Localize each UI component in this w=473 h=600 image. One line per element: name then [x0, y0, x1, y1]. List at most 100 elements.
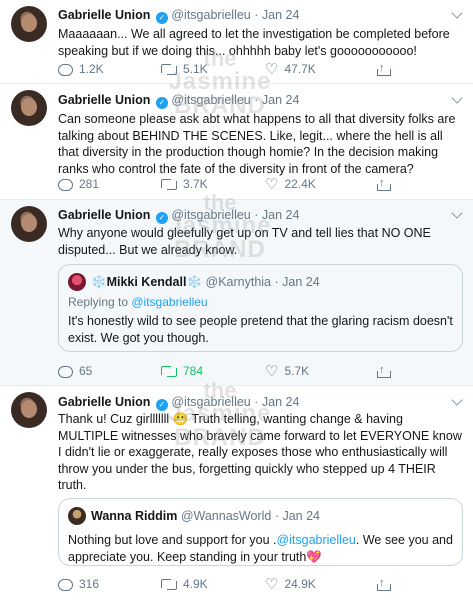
retweet-button[interactable]: 4.9K	[161, 576, 208, 592]
author-name[interactable]: Gabrielle Union	[58, 93, 150, 107]
avatar[interactable]	[11, 392, 47, 428]
quoted-author-name[interactable]: ❄️Mikki Kendall❄️	[91, 275, 202, 289]
separator-dot: ·	[254, 93, 259, 107]
chevron-down-icon[interactable]	[451, 7, 463, 19]
verified-badge-icon: ✓	[155, 399, 168, 411]
verified-badge-icon: ✓	[155, 12, 168, 24]
separator-dot: ·	[274, 509, 279, 523]
tweet-actions: 65 784 ♡ 5.7K	[58, 362, 428, 379]
retweet-count: 4.9K	[183, 577, 208, 591]
like-button[interactable]: ♡ 24.9K	[265, 576, 316, 592]
chevron-down-icon[interactable]	[451, 92, 463, 104]
author-name[interactable]: Gabrielle Union	[58, 395, 150, 409]
share-button[interactable]	[377, 575, 395, 592]
separator-dot: ·	[254, 395, 259, 409]
tweet-date[interactable]: Jan 24	[262, 395, 300, 409]
reply-button[interactable]: 316	[58, 576, 99, 592]
tweet-actions: 1.2K 5.1K ♡ 47.7K	[58, 60, 428, 77]
reply-icon	[58, 365, 73, 378]
tweet-4[interactable]: Gabrielle Union ✓ @itsgabrielleu · Jan 2…	[0, 386, 473, 600]
tweet-text: Maaaaaan... We all agreed to let the inv…	[58, 27, 450, 58]
chevron-down-icon[interactable]	[451, 394, 463, 406]
avatar[interactable]	[68, 507, 86, 525]
like-count: 22.4K	[284, 177, 316, 191]
tweet-actions: 281 3.7K ♡ 22.4K	[58, 175, 428, 192]
chevron-down-icon[interactable]	[451, 207, 463, 219]
like-count: 24.9K	[284, 577, 316, 591]
avatar[interactable]	[68, 273, 86, 291]
quoted-tweet[interactable]: Wanna Riddim @WannasWorld · Jan 24 Nothi…	[58, 498, 463, 566]
share-icon	[377, 362, 391, 378]
tweet-header: Gabrielle Union ✓ @itsgabrielleu · Jan 2…	[58, 395, 299, 411]
reply-count: 316	[79, 577, 100, 591]
tweet-date[interactable]: Jan 24	[262, 8, 300, 22]
reply-count: 65	[79, 364, 93, 378]
tweet-header: Gabrielle Union ✓ @itsgabrielleu · Jan 2…	[58, 93, 299, 109]
author-handle[interactable]: @itsgabrielleu	[171, 8, 250, 22]
replying-to-label: Replying to	[68, 295, 132, 309]
separator-dot: ·	[254, 208, 259, 222]
share-icon	[377, 60, 391, 76]
reply-icon	[58, 178, 73, 191]
retweet-button[interactable]: 784	[161, 363, 203, 379]
quoted-header: ❄️Mikki Kendall❄️ @Karnythia · Jan 24	[91, 275, 320, 290]
like-count: 47.7K	[284, 62, 316, 76]
like-button[interactable]: ♡ 5.7K	[265, 363, 309, 379]
separator-dot: ·	[274, 275, 279, 289]
retweet-icon	[161, 366, 177, 378]
tweet-text: Thank u! Cuz girlllllll 😬 Truth telling,…	[58, 411, 466, 494]
retweet-icon	[161, 64, 177, 76]
quoted-text-part: Nothing but love and support for you .	[68, 533, 277, 547]
heart-icon: ♡	[265, 60, 279, 78]
tweet-1[interactable]: Gabrielle Union ✓ @itsgabrielleu · Jan 2…	[0, 0, 473, 84]
share-icon	[377, 575, 391, 591]
tweet-date[interactable]: Jan 24	[262, 93, 300, 107]
retweet-count: 3.7K	[183, 177, 208, 191]
heart-icon: ♡	[265, 175, 279, 193]
share-button[interactable]	[377, 60, 395, 77]
tweet-date[interactable]: Jan 24	[262, 208, 300, 222]
like-button[interactable]: ♡ 22.4K	[265, 176, 316, 192]
quoted-author-name[interactable]: Wanna Riddim	[91, 509, 177, 523]
reply-button[interactable]: 65	[58, 363, 92, 379]
author-name[interactable]: Gabrielle Union	[58, 8, 150, 22]
tweet-text: Can someone please ask abt what happens …	[58, 112, 456, 176]
quoted-text: It's honestly wild to see people pretend…	[68, 314, 453, 345]
heart-icon: ♡	[265, 575, 279, 593]
avatar[interactable]	[11, 6, 47, 42]
share-button[interactable]	[377, 175, 395, 192]
tweet-text-part: Thank u! Cuz girlllllll	[58, 412, 173, 426]
heart-emoji: 💖	[306, 549, 322, 564]
heart-icon: ♡	[265, 362, 279, 380]
author-handle[interactable]: @itsgabrielleu	[171, 93, 250, 107]
quoted-date: Jan 24	[282, 275, 320, 289]
quoted-tweet[interactable]: ❄️Mikki Kendall❄️ @Karnythia · Jan 24 Re…	[58, 264, 463, 352]
author-handle[interactable]: @itsgabrielleu	[171, 208, 250, 222]
avatar[interactable]	[11, 90, 47, 126]
tweet-header: Gabrielle Union ✓ @itsgabrielleu · Jan 2…	[58, 8, 299, 24]
quoted-author-handle[interactable]: @WannasWorld	[181, 509, 272, 523]
share-icon	[377, 175, 391, 191]
replying-to: Replying to @itsgabrielleu	[68, 295, 208, 309]
tweet-2[interactable]: Gabrielle Union ✓ @itsgabrielleu · Jan 2…	[0, 84, 473, 200]
author-name[interactable]: Gabrielle Union	[58, 208, 150, 222]
reply-button[interactable]: 1.2K	[58, 61, 104, 77]
quoted-author-handle[interactable]: @Karnythia	[206, 275, 272, 289]
quoted-date: Jan 24	[282, 509, 320, 523]
reply-button[interactable]: 281	[58, 176, 99, 192]
verified-badge-icon: ✓	[155, 97, 168, 109]
replying-to-handle[interactable]: @itsgabrielleu	[131, 295, 207, 309]
tweet-3[interactable]: Gabrielle Union ✓ @itsgabrielleu · Jan 2…	[0, 200, 473, 386]
author-handle[interactable]: @itsgabrielleu	[171, 395, 250, 409]
reply-icon	[58, 578, 73, 591]
share-button[interactable]	[377, 362, 395, 379]
grimace-emoji: 😬	[172, 412, 189, 426]
mention-link[interactable]: @itsgabrielleu	[276, 533, 355, 547]
avatar[interactable]	[11, 206, 47, 242]
reply-icon	[58, 63, 73, 76]
like-count: 5.7K	[284, 364, 310, 378]
like-button[interactable]: ♡ 47.7K	[265, 61, 316, 77]
retweet-count: 784	[183, 364, 204, 378]
retweet-button[interactable]: 3.7K	[161, 176, 208, 192]
retweet-button[interactable]: 5.1K	[161, 61, 208, 77]
